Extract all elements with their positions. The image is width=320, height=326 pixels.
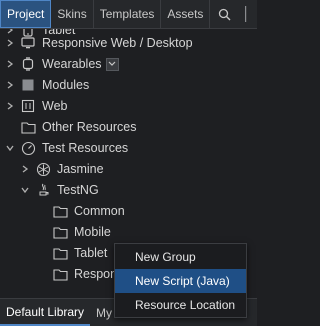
tab-default-library[interactable]: Default Library	[0, 299, 91, 326]
chevron-right-icon[interactable]	[4, 58, 16, 70]
context-menu: New Group New Script (Java) Resource Loc…	[114, 243, 247, 318]
menu-item-new-script-java[interactable]: New Script (Java)	[115, 269, 246, 293]
folder-icon	[52, 245, 68, 261]
folder-icon	[52, 266, 68, 282]
tree-item-other-resources[interactable]: Other Resources	[0, 117, 257, 137]
chevron-down-icon[interactable]	[19, 184, 31, 196]
tab-templates[interactable]: Templates	[94, 0, 162, 28]
tree-item-web[interactable]: Web	[0, 96, 257, 116]
dropdown-toggle[interactable]	[105, 57, 119, 71]
tab-project[interactable]: Project	[0, 0, 52, 28]
grid-icon	[20, 98, 36, 114]
tree-item-label: Modules	[42, 78, 90, 92]
tree-item-testng[interactable]: TestNG	[0, 180, 257, 200]
folder-icon	[20, 119, 36, 135]
tab-assets[interactable]: Assets	[161, 0, 211, 28]
tree-item-label: Tablet	[74, 246, 108, 260]
tree-item-label: Other Resources	[42, 120, 137, 134]
tab-skins[interactable]: Skins	[51, 0, 94, 28]
module-icon	[20, 77, 36, 93]
tree-item-label: Responsive Web / Desktop	[42, 36, 193, 50]
tree-item-label: Common	[74, 204, 125, 218]
folder-icon	[52, 203, 68, 219]
java-icon	[35, 182, 51, 198]
tree-item-label: Test Resources	[42, 141, 129, 155]
monitor-icon	[20, 35, 36, 51]
menu-item-resource-location[interactable]: Resource Location	[115, 293, 246, 317]
tree-item-label: TestNG	[57, 183, 99, 197]
tree-item-label: Wearables	[42, 57, 102, 71]
jasmine-icon	[35, 161, 51, 177]
chevron-right-icon[interactable]	[4, 37, 16, 49]
vertical-divider	[235, 0, 257, 28]
chevron-right-icon[interactable]	[19, 163, 31, 175]
tree-item-label: Respon	[74, 267, 118, 281]
tree-item-jasmine[interactable]: Jasmine	[0, 159, 257, 179]
panel-tab-bar: Project Skins Templates Assets	[0, 0, 257, 29]
tree-item-modules[interactable]: Modules	[0, 75, 257, 95]
tree-item-common[interactable]: Common	[0, 201, 257, 221]
chevron-right-icon[interactable]	[4, 100, 16, 112]
chevron-down-icon[interactable]	[4, 142, 16, 154]
watch-icon	[20, 56, 36, 72]
tree-item-label: Jasmine	[57, 162, 104, 176]
search-icon[interactable]	[213, 0, 235, 28]
tree-item-responsive-web[interactable]: Responsive Web / Desktop	[0, 33, 257, 53]
menu-item-new-group[interactable]: New Group	[115, 245, 246, 269]
tree-item-wearables[interactable]: Wearables	[0, 54, 257, 74]
chevron-down-icon	[108, 61, 116, 66]
tree-item-test-resources[interactable]: Test Resources	[0, 138, 257, 158]
tree-item-label: Mobile	[74, 225, 111, 239]
tree-item-label: Web	[42, 99, 68, 113]
tree-item-mobile[interactable]: Mobile	[0, 222, 257, 242]
gauge-icon	[20, 140, 36, 156]
folder-icon	[52, 224, 68, 240]
chevron-right-icon[interactable]	[4, 79, 16, 91]
